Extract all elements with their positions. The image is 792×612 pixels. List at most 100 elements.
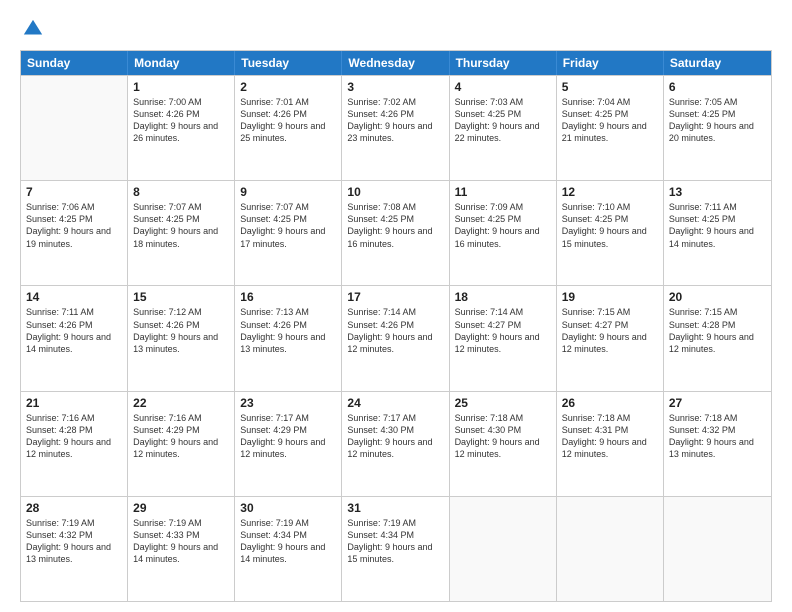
day-info: Sunrise: 7:01 AMSunset: 4:26 PMDaylight:… (240, 96, 336, 145)
calendar-cell: 24 Sunrise: 7:17 AMSunset: 4:30 PMDayligh… (342, 392, 449, 496)
calendar-cell: 13 Sunrise: 7:11 AMSunset: 4:25 PMDayligh… (664, 181, 771, 285)
day-info: Sunrise: 7:19 AMSunset: 4:34 PMDaylight:… (240, 517, 336, 566)
day-number: 30 (240, 501, 336, 515)
logo-icon (22, 18, 44, 40)
day-info: Sunrise: 7:11 AMSunset: 4:26 PMDaylight:… (26, 306, 122, 355)
header (20, 18, 772, 40)
day-number: 13 (669, 185, 766, 199)
calendar-header: SundayMondayTuesdayWednesdayThursdayFrid… (21, 51, 771, 75)
day-number: 22 (133, 396, 229, 410)
calendar-row: 28 Sunrise: 7:19 AMSunset: 4:32 PMDayligh… (21, 496, 771, 601)
day-number: 28 (26, 501, 122, 515)
calendar-cell: 2 Sunrise: 7:01 AMSunset: 4:26 PMDaylight… (235, 76, 342, 180)
weekday-header-sunday: Sunday (21, 51, 128, 75)
day-info: Sunrise: 7:04 AMSunset: 4:25 PMDaylight:… (562, 96, 658, 145)
day-info: Sunrise: 7:00 AMSunset: 4:26 PMDaylight:… (133, 96, 229, 145)
calendar-cell: 4 Sunrise: 7:03 AMSunset: 4:25 PMDaylight… (450, 76, 557, 180)
calendar-row: 14Sunrise: 7:11 AMSunset: 4:26 PMDayligh… (21, 285, 771, 390)
calendar-cell: 31 Sunrise: 7:19 AMSunset: 4:34 PMDayligh… (342, 497, 449, 601)
day-info: Sunrise: 7:05 AMSunset: 4:25 PMDaylight:… (669, 96, 766, 145)
page: SundayMondayTuesdayWednesdayThursdayFrid… (0, 0, 792, 612)
day-number: 31 (347, 501, 443, 515)
calendar-cell: 22 Sunrise: 7:16 AMSunset: 4:29 PMDayligh… (128, 392, 235, 496)
calendar-cell: 23 Sunrise: 7:17 AMSunset: 4:29 PMDayligh… (235, 392, 342, 496)
weekday-header-tuesday: Tuesday (235, 51, 342, 75)
day-number: 12 (562, 185, 658, 199)
logo (20, 18, 44, 40)
calendar-cell: 7 Sunrise: 7:06 AMSunset: 4:25 PMDaylight… (21, 181, 128, 285)
day-info: Sunrise: 7:08 AMSunset: 4:25 PMDaylight:… (347, 201, 443, 250)
day-info: Sunrise: 7:09 AMSunset: 4:25 PMDaylight:… (455, 201, 551, 250)
day-info: Sunrise: 7:17 AMSunset: 4:30 PMDaylight:… (347, 412, 443, 461)
calendar-cell: 19 Sunrise: 7:15 AMSunset: 4:27 PMDayligh… (557, 286, 664, 390)
calendar-cell (21, 76, 128, 180)
day-number: 6 (669, 80, 766, 94)
calendar-cell: 21 Sunrise: 7:16 AMSunset: 4:28 PMDayligh… (21, 392, 128, 496)
day-info: Sunrise: 7:16 AMSunset: 4:28 PMDaylight:… (26, 412, 122, 461)
day-info: Sunrise: 7:18 AMSunset: 4:30 PMDaylight:… (455, 412, 551, 461)
day-info: Sunrise: 7:14 AMSunset: 4:27 PMDaylight:… (455, 306, 551, 355)
weekday-header-thursday: Thursday (450, 51, 557, 75)
calendar-cell (664, 497, 771, 601)
day-number: 21 (26, 396, 122, 410)
day-number: 3 (347, 80, 443, 94)
day-number: 5 (562, 80, 658, 94)
day-info: Sunrise: 7:13 AMSunset: 4:26 PMDaylight:… (240, 306, 336, 355)
weekday-header-monday: Monday (128, 51, 235, 75)
calendar-cell: 30 Sunrise: 7:19 AMSunset: 4:34 PMDayligh… (235, 497, 342, 601)
calendar-cell: 8Sunrise: 7:07 AMSunset: 4:25 PMDaylight… (128, 181, 235, 285)
day-info: Sunrise: 7:06 AMSunset: 4:25 PMDaylight:… (26, 201, 122, 250)
day-number: 17 (347, 290, 443, 304)
day-number: 8 (133, 185, 229, 199)
calendar-cell: 20 Sunrise: 7:15 AMSunset: 4:28 PMDayligh… (664, 286, 771, 390)
calendar-cell: 12Sunrise: 7:10 AMSunset: 4:25 PMDayligh… (557, 181, 664, 285)
day-number: 27 (669, 396, 766, 410)
day-info: Sunrise: 7:19 AMSunset: 4:34 PMDaylight:… (347, 517, 443, 566)
weekday-header-saturday: Saturday (664, 51, 771, 75)
calendar-cell: 14Sunrise: 7:11 AMSunset: 4:26 PMDayligh… (21, 286, 128, 390)
day-info: Sunrise: 7:15 AMSunset: 4:28 PMDaylight:… (669, 306, 766, 355)
day-number: 7 (26, 185, 122, 199)
day-info: Sunrise: 7:07 AMSunset: 4:25 PMDaylight:… (240, 201, 336, 250)
calendar-cell: 27 Sunrise: 7:18 AMSunset: 4:32 PMDayligh… (664, 392, 771, 496)
day-info: Sunrise: 7:19 AMSunset: 4:33 PMDaylight:… (133, 517, 229, 566)
day-number: 11 (455, 185, 551, 199)
day-info: Sunrise: 7:18 AMSunset: 4:32 PMDaylight:… (669, 412, 766, 461)
day-number: 19 (562, 290, 658, 304)
calendar-cell: 25Sunrise: 7:18 AMSunset: 4:30 PMDayligh… (450, 392, 557, 496)
day-info: Sunrise: 7:03 AMSunset: 4:25 PMDaylight:… (455, 96, 551, 145)
day-number: 15 (133, 290, 229, 304)
calendar-row: 1Sunrise: 7:00 AMSunset: 4:26 PMDaylight… (21, 75, 771, 180)
calendar-cell: 3Sunrise: 7:02 AMSunset: 4:26 PMDaylight… (342, 76, 449, 180)
day-info: Sunrise: 7:17 AMSunset: 4:29 PMDaylight:… (240, 412, 336, 461)
calendar-cell: 26 Sunrise: 7:18 AMSunset: 4:31 PMDayligh… (557, 392, 664, 496)
day-number: 4 (455, 80, 551, 94)
calendar-row: 7 Sunrise: 7:06 AMSunset: 4:25 PMDaylight… (21, 180, 771, 285)
day-number: 23 (240, 396, 336, 410)
weekday-header-wednesday: Wednesday (342, 51, 449, 75)
day-info: Sunrise: 7:15 AMSunset: 4:27 PMDaylight:… (562, 306, 658, 355)
day-number: 10 (347, 185, 443, 199)
day-number: 2 (240, 80, 336, 94)
day-number: 29 (133, 501, 229, 515)
calendar-row: 21 Sunrise: 7:16 AMSunset: 4:28 PMDayligh… (21, 391, 771, 496)
calendar-cell: 9 Sunrise: 7:07 AMSunset: 4:25 PMDaylight… (235, 181, 342, 285)
calendar-cell: 16 Sunrise: 7:13 AMSunset: 4:26 PMDayligh… (235, 286, 342, 390)
calendar-cell: 15 Sunrise: 7:12 AMSunset: 4:26 PMDayligh… (128, 286, 235, 390)
calendar-cell: 29 Sunrise: 7:19 AMSunset: 4:33 PMDayligh… (128, 497, 235, 601)
day-number: 9 (240, 185, 336, 199)
day-info: Sunrise: 7:16 AMSunset: 4:29 PMDaylight:… (133, 412, 229, 461)
day-info: Sunrise: 7:19 AMSunset: 4:32 PMDaylight:… (26, 517, 122, 566)
day-number: 20 (669, 290, 766, 304)
day-info: Sunrise: 7:11 AMSunset: 4:25 PMDaylight:… (669, 201, 766, 250)
day-info: Sunrise: 7:12 AMSunset: 4:26 PMDaylight:… (133, 306, 229, 355)
calendar-cell: 6 Sunrise: 7:05 AMSunset: 4:25 PMDaylight… (664, 76, 771, 180)
day-number: 18 (455, 290, 551, 304)
day-number: 26 (562, 396, 658, 410)
weekday-header-friday: Friday (557, 51, 664, 75)
day-number: 24 (347, 396, 443, 410)
calendar-cell (450, 497, 557, 601)
day-number: 16 (240, 290, 336, 304)
day-info: Sunrise: 7:14 AMSunset: 4:26 PMDaylight:… (347, 306, 443, 355)
day-info: Sunrise: 7:18 AMSunset: 4:31 PMDaylight:… (562, 412, 658, 461)
